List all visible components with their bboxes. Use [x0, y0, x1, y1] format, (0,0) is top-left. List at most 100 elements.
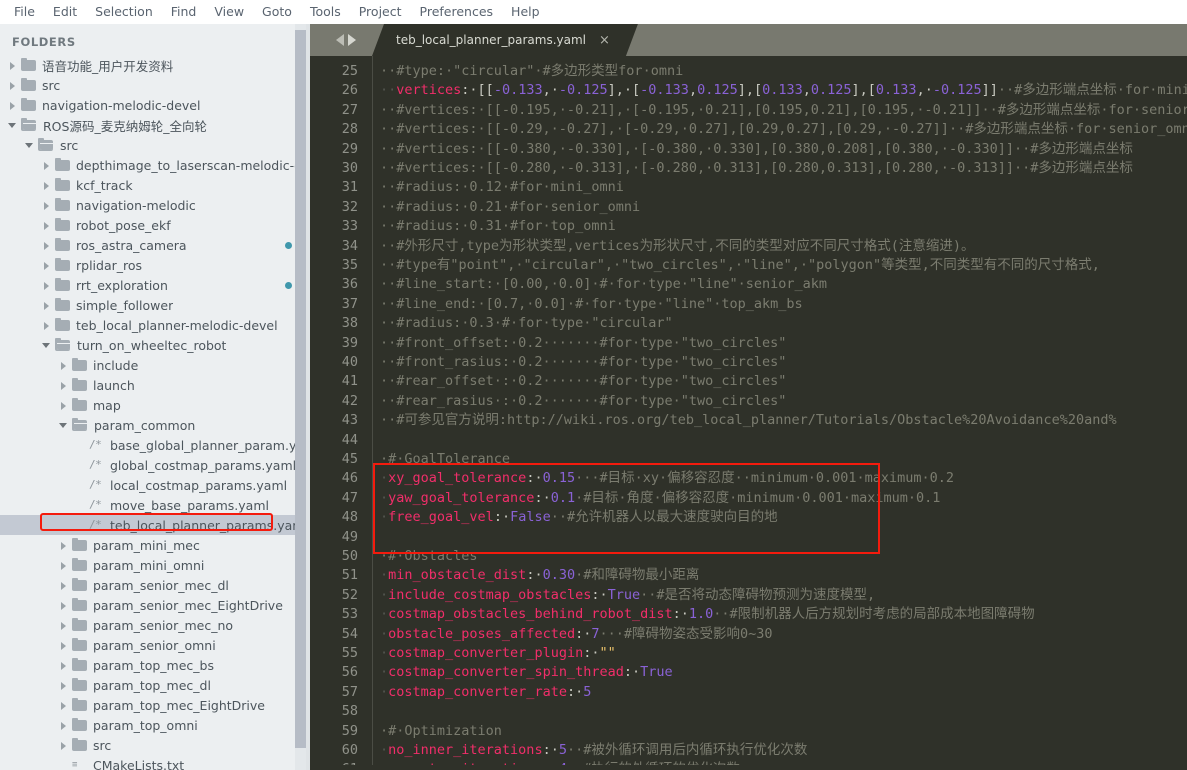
tree-folder-rplidar_ros[interactable]: rplidar_ros [0, 255, 310, 275]
code-line[interactable]: ··#radius:·0.12·#for·mini_omni [380, 178, 624, 197]
code-line[interactable]: ··#radius:·0.3·#·for·type·"circular" [380, 314, 673, 333]
code-line[interactable]: ·#·Optimization [380, 722, 502, 741]
tree-folder-kcf_track[interactable]: kcf_track [0, 175, 310, 195]
code-line[interactable]: ·#·Obstacles [380, 547, 478, 566]
code-line[interactable]: ··#vertices:·[[-0.380,·-0.330],·[-0.380,… [380, 140, 1133, 159]
tree-folder-ros_astra_camera[interactable]: ros_astra_camera [0, 235, 310, 255]
code-line[interactable]: ··#rear_offset·:·0.2·······#for·type·"tw… [380, 372, 786, 391]
code-line[interactable]: ·include_costmap_obstacles:·True··#是否将动态… [380, 586, 875, 605]
tree-folder-param_top_mec_bs[interactable]: param_top_mec_bs [0, 655, 310, 675]
code-line[interactable]: ·obstacle_poses_affected:·7···#障碍物姿态受影响0… [380, 625, 773, 644]
code-line[interactable]: ··#radius:·0.31·#for·top_omni [380, 217, 616, 236]
tree-folder-param_senior_mec_EightDrive[interactable]: param_senior_mec_EightDrive [0, 595, 310, 615]
tree-file-base_global_planner_param.yaml[interactable]: /* base_global_planner_param.yaml [0, 435, 310, 455]
code-line[interactable]: ··#可参见官方说明:http://wiki.ros.org/teb_local… [380, 411, 1117, 430]
chevron-right-icon[interactable] [59, 401, 68, 410]
chevron-right-icon[interactable] [59, 641, 68, 650]
tree-folder-src[interactable]: src [0, 135, 310, 155]
tab-nav-arrows[interactable] [320, 24, 372, 56]
chevron-down-icon[interactable] [25, 141, 34, 150]
chevron-down-icon[interactable] [8, 121, 17, 130]
tree-folder-turn_on_wheeltec_robot[interactable]: turn_on_wheeltec_robot [0, 335, 310, 355]
tree-folder-src[interactable]: src [0, 735, 310, 755]
chevron-right-icon[interactable] [42, 241, 51, 250]
code-line[interactable]: ·free_goal_vel:·False··#允许机器人以最大速度驶向目的地 [380, 508, 778, 527]
code-line[interactable]: ··#front_offset:·0.2·······#for·type·"tw… [380, 334, 786, 353]
tree-file-local_costmap_params.yaml[interactable]: /* local_costmap_params.yaml [0, 475, 310, 495]
code-line[interactable]: ··#line_end:·[0.7,·0.0]·#·for·type·"line… [380, 295, 803, 314]
chevron-right-icon[interactable] [59, 601, 68, 610]
tree-folder-param_senior_mec_dl[interactable]: param_senior_mec_dl [0, 575, 310, 595]
tree-folder-teb_local_planner-melodic-devel[interactable]: teb_local_planner-melodic-devel [0, 315, 310, 335]
code-line[interactable]: ··#rear_rasius·:·0.2·······#for·type·"tw… [380, 392, 786, 411]
code-area[interactable]: 25 26 27 28 29 30 31 32 33 34 35 36 37 38 39 40 41 42 43 44… [310, 56, 1187, 770]
tree-folder-navigation-melodic[interactable]: navigation-melodic [0, 195, 310, 215]
chevron-down-icon[interactable] [42, 341, 51, 350]
tree-folder-robot_pose_ekf[interactable]: robot_pose_ekf [0, 215, 310, 235]
tree-folder-simple_follower[interactable]: simple_follower [0, 295, 310, 315]
folder-tree[interactable]: 语音功能_用户开发资料 src navigation-melodic-devel RO… [0, 55, 310, 770]
tree-file-global_costmap_params.yaml[interactable]: /* global_costmap_params.yaml [0, 455, 310, 475]
tree-folder-depthimage_to_laserscan-melodic-devel[interactable]: depthimage_to_laserscan-melodic-devel [0, 155, 310, 175]
code-line[interactable]: ·costmap_obstacles_behind_robot_dist:·1.… [380, 605, 1035, 624]
code-line[interactable]: ··#vertices:·[[-0.195,·-0.21],·[-0.195,·… [380, 101, 1187, 120]
folders-sidebar[interactable]: FOLDERS 语音功能_用户开发资料 src navigation-melodic… [0, 24, 310, 770]
tree-folder-navigation-melodic-devel[interactable]: navigation-melodic-devel [0, 95, 310, 115]
chevron-right-icon[interactable] [59, 561, 68, 570]
tree-folder-语音功能_用户开发资料[interactable]: 语音功能_用户开发资料 [0, 55, 310, 75]
code-line[interactable]: ·no_inner_iterations:·5··#被外循环调用后内循环执行优化… [380, 741, 807, 760]
nav-forward-icon[interactable] [348, 34, 356, 46]
tree-folder-param_top_mec_EightDrive[interactable]: param_top_mec_EightDrive [0, 695, 310, 715]
tree-folder-param_mini_mec[interactable]: param_mini_mec [0, 535, 310, 555]
chevron-right-icon[interactable] [59, 621, 68, 630]
tree-folder-param_top_omni[interactable]: param_top_omni [0, 715, 310, 735]
menu-item-project[interactable]: Project [350, 1, 411, 22]
chevron-right-icon[interactable] [42, 281, 51, 290]
tree-folder-param_senior_omni[interactable]: param_senior_omni [0, 635, 310, 655]
menu-item-goto[interactable]: Goto [253, 1, 301, 22]
close-icon[interactable]: × [599, 34, 610, 47]
chevron-right-icon[interactable] [42, 221, 51, 230]
code-line[interactable]: ·#·GoalTolerance [380, 450, 510, 469]
code-line[interactable]: ·costmap_converter_plugin:·"" [380, 644, 616, 663]
tree-file-move_base_params.yaml[interactable]: /* move_base_params.yaml [0, 495, 310, 515]
menu-item-selection[interactable]: Selection [86, 1, 162, 22]
tree-folder-param_common[interactable]: param_common [0, 415, 310, 435]
chevron-right-icon[interactable] [42, 321, 51, 330]
chevron-right-icon[interactable] [42, 301, 51, 310]
code-line[interactable]: ··#vertices:·[[-0.29,·-0.27],·[-0.29,·0.… [380, 120, 1187, 139]
tree-folder-src[interactable]: src [0, 75, 310, 95]
code-line[interactable]: ·costmap_converter_rate:·5 [380, 683, 591, 702]
menu-item-help[interactable]: Help [502, 1, 549, 22]
chevron-right-icon[interactable] [59, 541, 68, 550]
tree-folder-launch[interactable]: launch [0, 375, 310, 395]
code-line[interactable]: ·costmap_converter_spin_thread:·True [380, 663, 673, 682]
code-line[interactable]: ··#type:·"circular"·#多边形类型for·omni [380, 62, 683, 81]
menu-item-preferences[interactable]: Preferences [411, 1, 503, 22]
code-line[interactable]: ··#front_rasius:·0.2·······#for·type·"tw… [380, 353, 786, 372]
menu-item-tools[interactable]: Tools [301, 1, 350, 22]
tab-teb-local-planner-params[interactable]: teb_local_planner_params.yaml × [372, 24, 638, 56]
tree-folder-param_mini_omni[interactable]: param_mini_omni [0, 555, 310, 575]
tree-file-teb_local_planner_params.yaml[interactable]: /* teb_local_planner_params.yaml [0, 515, 310, 535]
chevron-right-icon[interactable] [42, 161, 51, 170]
chevron-right-icon[interactable] [59, 701, 68, 710]
menu-item-find[interactable]: Find [162, 1, 206, 22]
tree-folder-param_top_mec_dl[interactable]: param_top_mec_dl [0, 675, 310, 695]
chevron-right-icon[interactable] [59, 361, 68, 370]
tree-folder-include[interactable]: include [0, 355, 310, 375]
code-line[interactable]: ··#外形尺寸,type为形状类型,vertices为形状尺寸,不同的类型对应不… [380, 237, 975, 256]
chevron-right-icon[interactable] [8, 81, 17, 90]
code-line[interactable]: ·xy_goal_tolerance:·0.15···#目标·xy·偏移容忍度·… [380, 469, 954, 488]
chevron-right-icon[interactable] [8, 101, 17, 110]
code-line[interactable]: ··vertices:·[[-0.133,·-0.125],·[-0.133,0… [380, 81, 1187, 100]
tree-folder-param_senior_mec_no[interactable]: param_senior_mec_no [0, 615, 310, 635]
tree-folder-map[interactable]: map [0, 395, 310, 415]
code-line[interactable]: ·min_obstacle_dist:·0.30·#和障碍物最小距离 [380, 566, 699, 585]
menu-item-file[interactable]: File [5, 1, 44, 22]
tree-folder-ROS源码_麦克纳姆轮_全向轮[interactable]: ROS源码_麦克纳姆轮_全向轮 [0, 115, 310, 135]
sidebar-scrollbar-thumb[interactable] [295, 30, 306, 748]
chevron-right-icon[interactable] [42, 201, 51, 210]
tree-file-CMakeLists.txt[interactable]: ≡ CMakeLists.txt [0, 755, 310, 770]
chevron-right-icon[interactable] [59, 581, 68, 590]
